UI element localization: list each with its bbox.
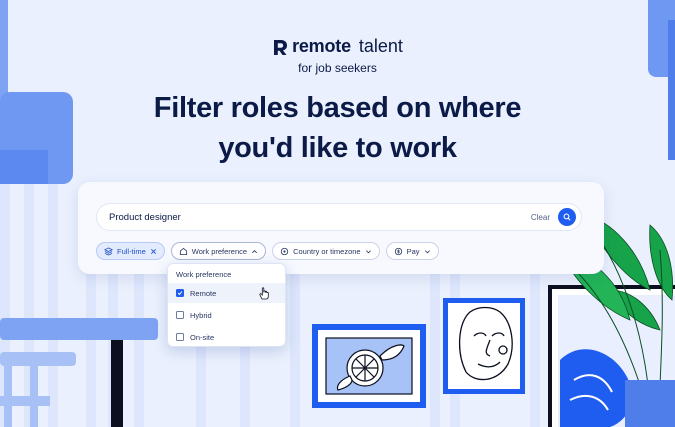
option-label: Remote xyxy=(190,288,217,298)
search-button[interactable] xyxy=(558,208,576,226)
headline-line-1: Filter roles based on where xyxy=(153,92,522,124)
filter-chip-full-time[interactable]: Full-time xyxy=(96,242,165,260)
check-icon xyxy=(177,291,183,296)
checkbox-on-site[interactable] xyxy=(176,333,184,341)
location-icon xyxy=(280,247,289,255)
filter-chip-pay[interactable]: Pay xyxy=(385,242,439,260)
option-label: On-site xyxy=(190,332,215,342)
brand-tagline: for job seekers xyxy=(298,61,377,75)
chevron-down-icon xyxy=(424,249,430,253)
brand-name: remote xyxy=(292,36,351,56)
search-input[interactable] xyxy=(97,211,531,223)
filter-chip-country[interactable]: Country or timezone xyxy=(272,242,380,260)
headline-line-2: you'd like to work xyxy=(218,132,457,164)
close-icon[interactable] xyxy=(150,248,157,255)
option-remote[interactable]: Remote xyxy=(168,283,285,303)
work-preference-dropdown: Work preference Remote Hybrid On-site xyxy=(167,263,286,347)
filter-chips: Full-time Work preference Country or tim… xyxy=(96,242,439,260)
hand-cursor-icon xyxy=(259,286,269,299)
money-icon xyxy=(394,247,402,255)
option-label: Hybrid xyxy=(190,310,212,320)
filter-chip-label: Pay xyxy=(406,246,420,256)
search-icon xyxy=(563,213,571,221)
remote-logo-icon xyxy=(274,39,288,55)
filter-chip-label: Country or timezone xyxy=(293,246,361,256)
search-bar: Clear xyxy=(96,203,582,231)
option-hybrid[interactable]: Hybrid xyxy=(168,305,285,325)
filter-chip-work-preference[interactable]: Work preference xyxy=(170,242,267,260)
layers-icon xyxy=(104,246,113,256)
page-headline: Filter roles based on where you'd like t… xyxy=(0,88,675,168)
checkbox-remote[interactable] xyxy=(176,289,184,297)
checkbox-hybrid[interactable] xyxy=(176,311,184,319)
clear-button[interactable]: Clear xyxy=(531,213,550,222)
search-card: Clear Full-time Work preference xyxy=(78,182,604,274)
home-icon xyxy=(179,247,187,255)
filter-chip-label: Full-time xyxy=(117,246,146,256)
option-on-site[interactable]: On-site xyxy=(168,327,285,347)
chevron-up-icon xyxy=(252,249,258,253)
dropdown-title: Work preference xyxy=(176,270,232,279)
brand-product: talent xyxy=(358,36,403,56)
filter-chip-label: Work preference xyxy=(191,246,248,256)
chevron-down-icon xyxy=(365,249,371,253)
brand-logo: remote talent xyxy=(0,36,675,57)
